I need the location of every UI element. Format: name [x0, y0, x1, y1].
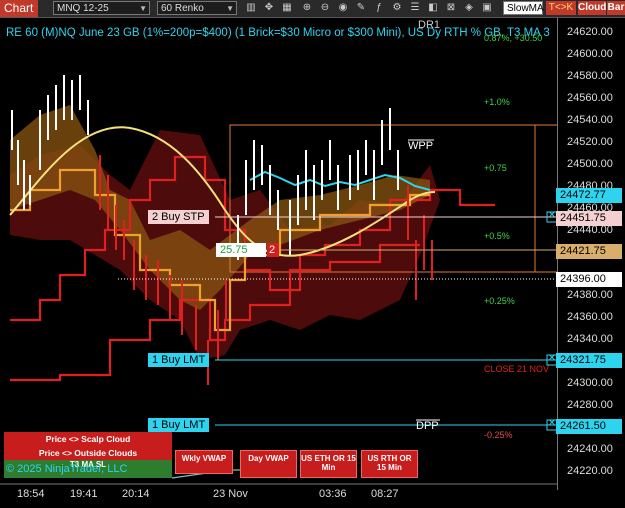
price-axis-label: 24600.00	[567, 47, 613, 60]
price-axis-label: 24240.00	[567, 443, 613, 456]
price-tag: 24472.77	[556, 187, 622, 203]
pct-1-label: +1.0%	[484, 97, 510, 107]
price-axis-label: 24340.00	[567, 333, 613, 346]
price-axis-label: 24300.00	[567, 377, 613, 390]
order-qty-badge[interactable]: 2	[267, 243, 279, 257]
wpp-label: WPP	[408, 140, 434, 152]
close-21-nov-label: CLOSE 21 NOV	[484, 364, 550, 374]
buy-lmt-order-2[interactable]: 1 Buy LMT	[148, 418, 210, 432]
price-axis-label: 24360.00	[567, 311, 613, 324]
buy-lmt-order-1[interactable]: 1 Buy LMT	[148, 353, 210, 367]
price-axis-label: 24500.00	[567, 157, 613, 170]
price-axis-label: 24520.00	[567, 135, 613, 148]
time-label: 08:27	[371, 488, 399, 500]
pct-05-label: +0.5%	[484, 231, 510, 241]
price-tag: 24421.75	[556, 243, 622, 259]
neg-pct-label: -0.25%	[484, 430, 513, 440]
price-axis-label: 24280.00	[567, 399, 613, 412]
price-axis-label: 24580.00	[567, 69, 613, 82]
time-label: 19:41	[70, 488, 98, 500]
price-axis-label: 24380.00	[567, 289, 613, 302]
pct-075-label: +0.75	[484, 163, 507, 173]
order-price-box[interactable]: 25.75	[216, 243, 266, 257]
legend-scalp: Price <> Scalp Cloud	[4, 432, 172, 446]
copyright-text: © 2025 NinjaTrader, LLC	[6, 463, 128, 475]
price-axis-label: 24620.00	[567, 26, 613, 38]
buy-stp-order[interactable]: 2 Buy STP	[148, 210, 209, 224]
chart-title: RE 60 (M)NQ June 23 GB (1%=200p=$400) (1…	[6, 27, 550, 39]
price-axis-label: 24220.00	[567, 465, 613, 477]
price-tag: 24396.00	[556, 271, 622, 287]
pct-025-label: +0.25%	[484, 296, 515, 306]
dr1-label: DR1	[418, 19, 441, 31]
time-label: 20:14	[122, 488, 150, 500]
price-tag: 24321.75	[556, 353, 622, 369]
price-tag: 24261.50	[556, 419, 622, 435]
time-label: 18:54	[17, 488, 45, 500]
legend-outside: Price <> Outside Clouds	[4, 446, 172, 460]
price-axis-label: 24540.00	[567, 113, 613, 126]
wkly-vwap-button[interactable]: Wkly VWAP	[175, 450, 233, 474]
time-label: 03:36	[319, 488, 347, 500]
top-pct-label: 0.87%, +30.50	[484, 33, 543, 43]
time-label: 23 Nov	[213, 488, 248, 500]
us-eth-or-button[interactable]: US ETH OR 15 Min	[300, 450, 357, 478]
price-tag: 24451.75	[556, 210, 622, 226]
us-rth-or-button[interactable]: US RTH OR 15 Min	[361, 450, 418, 478]
day-vwap-button[interactable]: Day VWAP	[240, 450, 297, 478]
dpp-label: DPP	[416, 420, 439, 432]
price-axis-label: 24560.00	[567, 91, 613, 104]
